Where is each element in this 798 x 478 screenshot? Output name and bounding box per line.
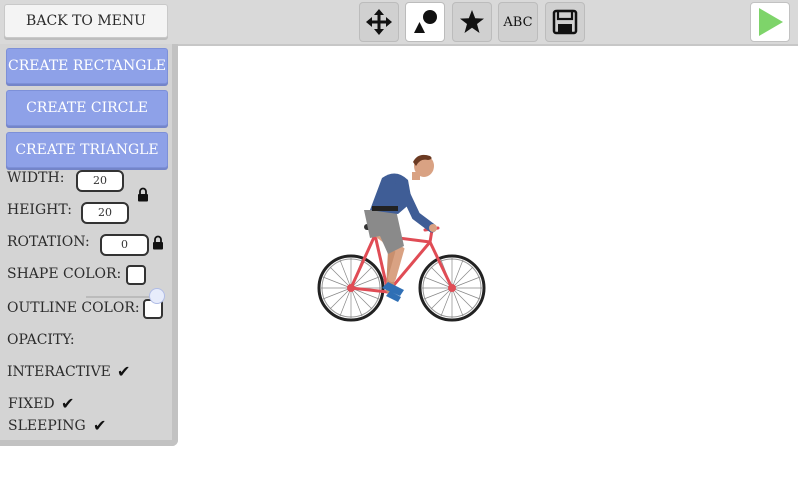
save-tool-button[interactable] [545,2,585,42]
create-triangle-button[interactable]: CREATE TRIANGLE [6,132,168,168]
rider-head [412,154,434,180]
text-icon: ABC [503,14,533,30]
text-tool-button[interactable]: ABC [498,2,538,42]
star-icon [460,10,484,33]
play-icon [759,8,783,36]
rotation-lock-icon[interactable] [152,235,164,250]
width-label: WIDTH: [7,170,65,186]
rotation-label: ROTATION: [7,234,90,250]
save-icon [552,9,578,35]
shapes-tool-button[interactable] [405,2,445,42]
fixed-label: FIXED [8,396,55,412]
fixed-checkbox[interactable]: ✔ [61,394,74,413]
shapes-icon [414,10,437,33]
shape-color-swatch[interactable] [126,265,146,285]
move-tool-button[interactable] [359,2,399,42]
opacity-slider-knob[interactable] [149,288,165,304]
create-rectangle-button[interactable]: CREATE RECTANGLE [6,48,168,84]
move-icon [366,9,392,35]
shape-color-label: SHAPE COLOR: [7,266,122,282]
opacity-slider-track[interactable] [86,296,158,298]
outline-color-label: OUTLINE COLOR: [7,300,140,316]
rider-hand [429,224,437,232]
height-label: HEIGHT: [7,202,72,218]
interactive-label: INTERACTIVE [7,364,111,380]
rotation-input[interactable]: 0 [100,234,149,256]
interactive-checkbox[interactable]: ✔ [117,362,130,381]
lock-icon[interactable] [137,187,149,202]
sleeping-label: SLEEPING [8,418,86,434]
rider-belt [372,206,398,211]
opacity-label: OPACITY: [7,332,75,348]
top-toolbar: BACK TO MENU ABC [0,0,798,46]
play-button[interactable] [750,2,790,42]
back-to-menu-button[interactable]: BACK TO MENU [4,4,168,38]
width-input[interactable]: 20 [76,170,124,192]
properties-panel: CREATE RECTANGLE CREATE CIRCLE CREATE TR… [0,44,178,446]
sleeping-checkbox[interactable]: ✔ [93,416,106,435]
cyclist-object[interactable] [300,150,500,330]
joints-tool-button[interactable] [452,2,492,42]
height-input[interactable]: 20 [81,202,129,224]
create-circle-button[interactable]: CREATE CIRCLE [6,90,168,126]
